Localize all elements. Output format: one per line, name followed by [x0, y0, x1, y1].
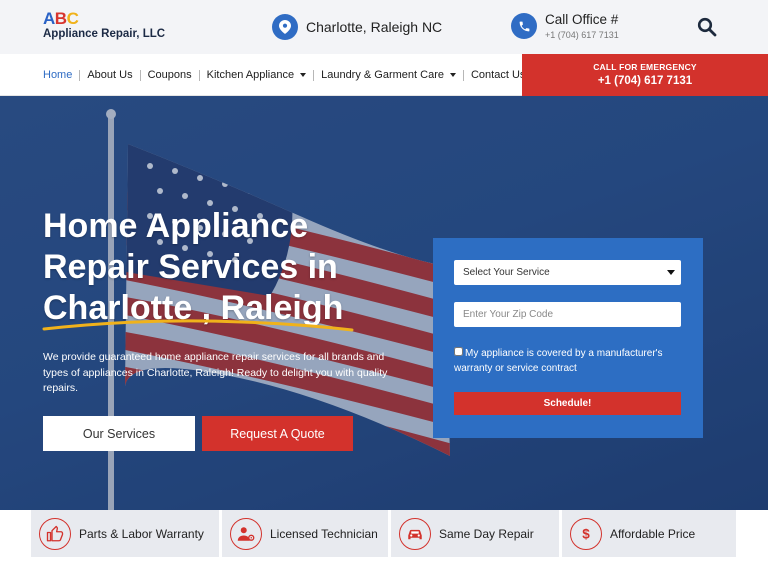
hero-description: We provide guaranteed home appliance rep… [43, 351, 388, 394]
office-phone[interactable]: Call Office # +1 (704) 617 7131 [511, 12, 619, 40]
main-nav: Home About Us Coupons Kitchen Appliance … [43, 54, 525, 96]
headline-underline-decoration [42, 319, 354, 332]
warranty-checkbox-label: My appliance is covered by a manufacture… [454, 348, 663, 374]
service-select[interactable]: Select Your Service [454, 260, 681, 285]
nav-contact-us[interactable]: Contact Us [471, 69, 525, 81]
hero-headline-line2: Repair Services in [43, 248, 338, 286]
office-number: +1 (704) 617 7131 [545, 30, 619, 40]
hero-headline: Home Appliance Repair Services in Charlo… [43, 206, 343, 329]
feature-label: Licensed Technician [270, 526, 378, 541]
feature-same-day-repair: Same Day Repair [391, 510, 559, 557]
nav-laundry-label: Laundry & Garment Care [321, 69, 444, 81]
hero-headline-line1: Home Appliance [43, 207, 309, 245]
feature-label: Same Day Repair [439, 526, 534, 541]
features-strip: Parts & Labor Warranty Licensed Technici… [0, 510, 768, 581]
schedule-button[interactable]: Schedule! [454, 392, 681, 415]
search-icon[interactable] [697, 17, 717, 37]
nav-home[interactable]: Home [43, 69, 72, 81]
logo-abc: ABC [43, 9, 79, 28]
feature-affordable-price: $ Affordable Price [562, 510, 736, 557]
feature-label: Parts & Labor Warranty [79, 526, 204, 541]
dollar-icon: $ [570, 517, 602, 550]
feature-parts-labor-warranty: Parts & Labor Warranty [31, 510, 219, 557]
thumbs-up-icon [39, 517, 71, 550]
location-info: Charlotte, Raleigh NC [272, 14, 442, 40]
nav-divider [139, 69, 141, 81]
chevron-down-icon [667, 270, 675, 275]
location-pin-icon [272, 14, 298, 40]
nav-kitchen-appliance-label: Kitchen Appliance [206, 69, 295, 81]
chevron-down-icon [449, 73, 456, 77]
car-icon [399, 517, 431, 550]
emergency-call-button[interactable]: CALL FOR EMERGENCY +1 (704) 617 7131 [522, 54, 768, 96]
request-quote-button[interactable]: Request A Quote [202, 416, 353, 451]
hero-section: Home Appliance Repair Services in Charlo… [0, 96, 768, 510]
nav-coupons[interactable]: Coupons [148, 69, 192, 81]
logo-company-name: Appliance Repair, LLC [43, 28, 166, 40]
top-header: ABC Appliance Repair, LLC Charlotte, Ral… [0, 0, 768, 54]
svg-text:$: $ [582, 526, 590, 541]
our-services-button[interactable]: Our Services [43, 416, 195, 451]
logo[interactable]: ABC Appliance Repair, LLC [43, 10, 165, 40]
technician-icon [230, 517, 262, 550]
nav-divider [198, 69, 200, 81]
nav-laundry-garment-care[interactable]: Laundry & Garment Care [321, 69, 456, 81]
office-label: Call Office # [545, 12, 619, 27]
zip-code-input[interactable] [454, 302, 681, 327]
feature-licensed-technician: Licensed Technician [222, 510, 388, 557]
emergency-phone: +1 (704) 617 7131 [597, 75, 693, 87]
emergency-label: CALL FOR EMERGENCY [593, 62, 697, 72]
feature-label: Affordable Price [610, 526, 696, 541]
service-select-value: Select Your Service [463, 267, 550, 278]
location-text: Charlotte, Raleigh NC [306, 19, 443, 35]
nav-divider [313, 69, 315, 81]
nav-divider [462, 69, 464, 81]
nav-about-us[interactable]: About Us [87, 69, 132, 81]
phone-icon [511, 13, 537, 39]
service-request-form: Select Your Service My appliance is cove… [433, 238, 703, 438]
nav-kitchen-appliance[interactable]: Kitchen Appliance [206, 69, 307, 81]
nav-divider [79, 69, 81, 81]
chevron-down-icon [300, 73, 307, 77]
